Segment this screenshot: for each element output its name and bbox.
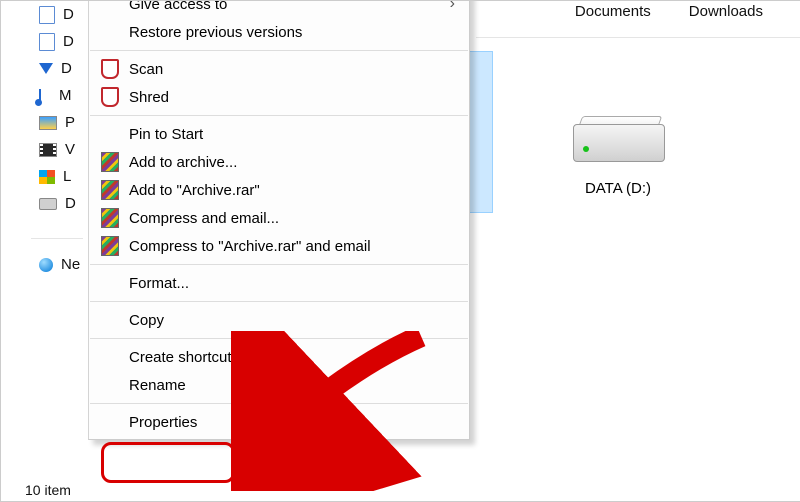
explorer-window: Documents Downloads DATA (D:) D D D M P …: [0, 0, 800, 502]
menu-label: Add to archive...: [129, 154, 455, 171]
menu-compress-rar-email[interactable]: Compress to "Archive.rar" and email: [89, 232, 469, 260]
separator: [476, 37, 800, 38]
menu-label: Compress and email...: [129, 210, 455, 227]
mcafee-icon: [101, 88, 119, 106]
menu-scan[interactable]: Scan: [89, 55, 469, 83]
menu-pin-start[interactable]: Pin to Start: [89, 120, 469, 148]
tree-separator: [31, 238, 83, 239]
menu-shred[interactable]: Shred: [89, 83, 469, 111]
menu-label: Give access to: [129, 0, 450, 13]
drive-icon: [573, 116, 663, 166]
mcafee-icon: [101, 60, 119, 78]
menu-copy[interactable]: Copy: [89, 306, 469, 334]
blank-icon: [101, 125, 119, 143]
nav-documents[interactable]: Documents: [575, 3, 651, 20]
menu-label: Shred: [129, 89, 455, 106]
menu-add-archive[interactable]: Add to archive...: [89, 148, 469, 176]
menu-label: Create shortcut: [129, 349, 455, 366]
blank-icon: [101, 274, 119, 292]
nav-downloads[interactable]: Downloads: [689, 3, 763, 20]
winrar-icon: [101, 181, 119, 199]
menu-separator: [90, 115, 468, 116]
chevron-right-icon: ›: [450, 0, 455, 13]
winrar-icon: [101, 153, 119, 171]
menu-create-shortcut[interactable]: Create shortcut: [89, 343, 469, 371]
blank-icon: [101, 0, 119, 13]
menu-label: Properties: [129, 414, 455, 431]
blank-icon: [101, 376, 119, 394]
blank-icon: [101, 413, 119, 431]
context-menu: Give access to › Restore previous versio…: [88, 0, 470, 440]
menu-label: Scan: [129, 61, 455, 78]
status-bar: 10 item: [25, 482, 71, 498]
menu-restore-previous[interactable]: Restore previous versions: [89, 18, 469, 46]
menu-separator: [90, 50, 468, 51]
menu-label: Copy: [129, 312, 455, 329]
menu-separator: [90, 338, 468, 339]
menu-label: Format...: [129, 275, 455, 292]
menu-properties[interactable]: Properties: [89, 408, 469, 436]
blank-icon: [101, 311, 119, 329]
winrar-icon: [101, 237, 119, 255]
menu-label: Compress to "Archive.rar" and email: [129, 238, 455, 255]
menu-label: Pin to Start: [129, 126, 455, 143]
menu-give-access[interactable]: Give access to ›: [89, 0, 469, 18]
winrar-icon: [101, 209, 119, 227]
menu-compress-email[interactable]: Compress and email...: [89, 204, 469, 232]
menu-separator: [90, 264, 468, 265]
menu-label: Rename: [129, 377, 455, 394]
drive-d-label: DATA (D:): [558, 180, 678, 197]
annotation-highlight-box: [101, 442, 235, 483]
menu-add-to-rar[interactable]: Add to "Archive.rar": [89, 176, 469, 204]
menu-format[interactable]: Format...: [89, 269, 469, 297]
menu-separator: [90, 403, 468, 404]
blank-icon: [101, 23, 119, 41]
menu-label: Restore previous versions: [129, 24, 455, 41]
menu-label: Add to "Archive.rar": [129, 182, 455, 199]
menu-separator: [90, 301, 468, 302]
drive-d[interactable]: DATA (D:): [558, 116, 678, 197]
menu-rename[interactable]: Rename: [89, 371, 469, 399]
blank-icon: [101, 348, 119, 366]
